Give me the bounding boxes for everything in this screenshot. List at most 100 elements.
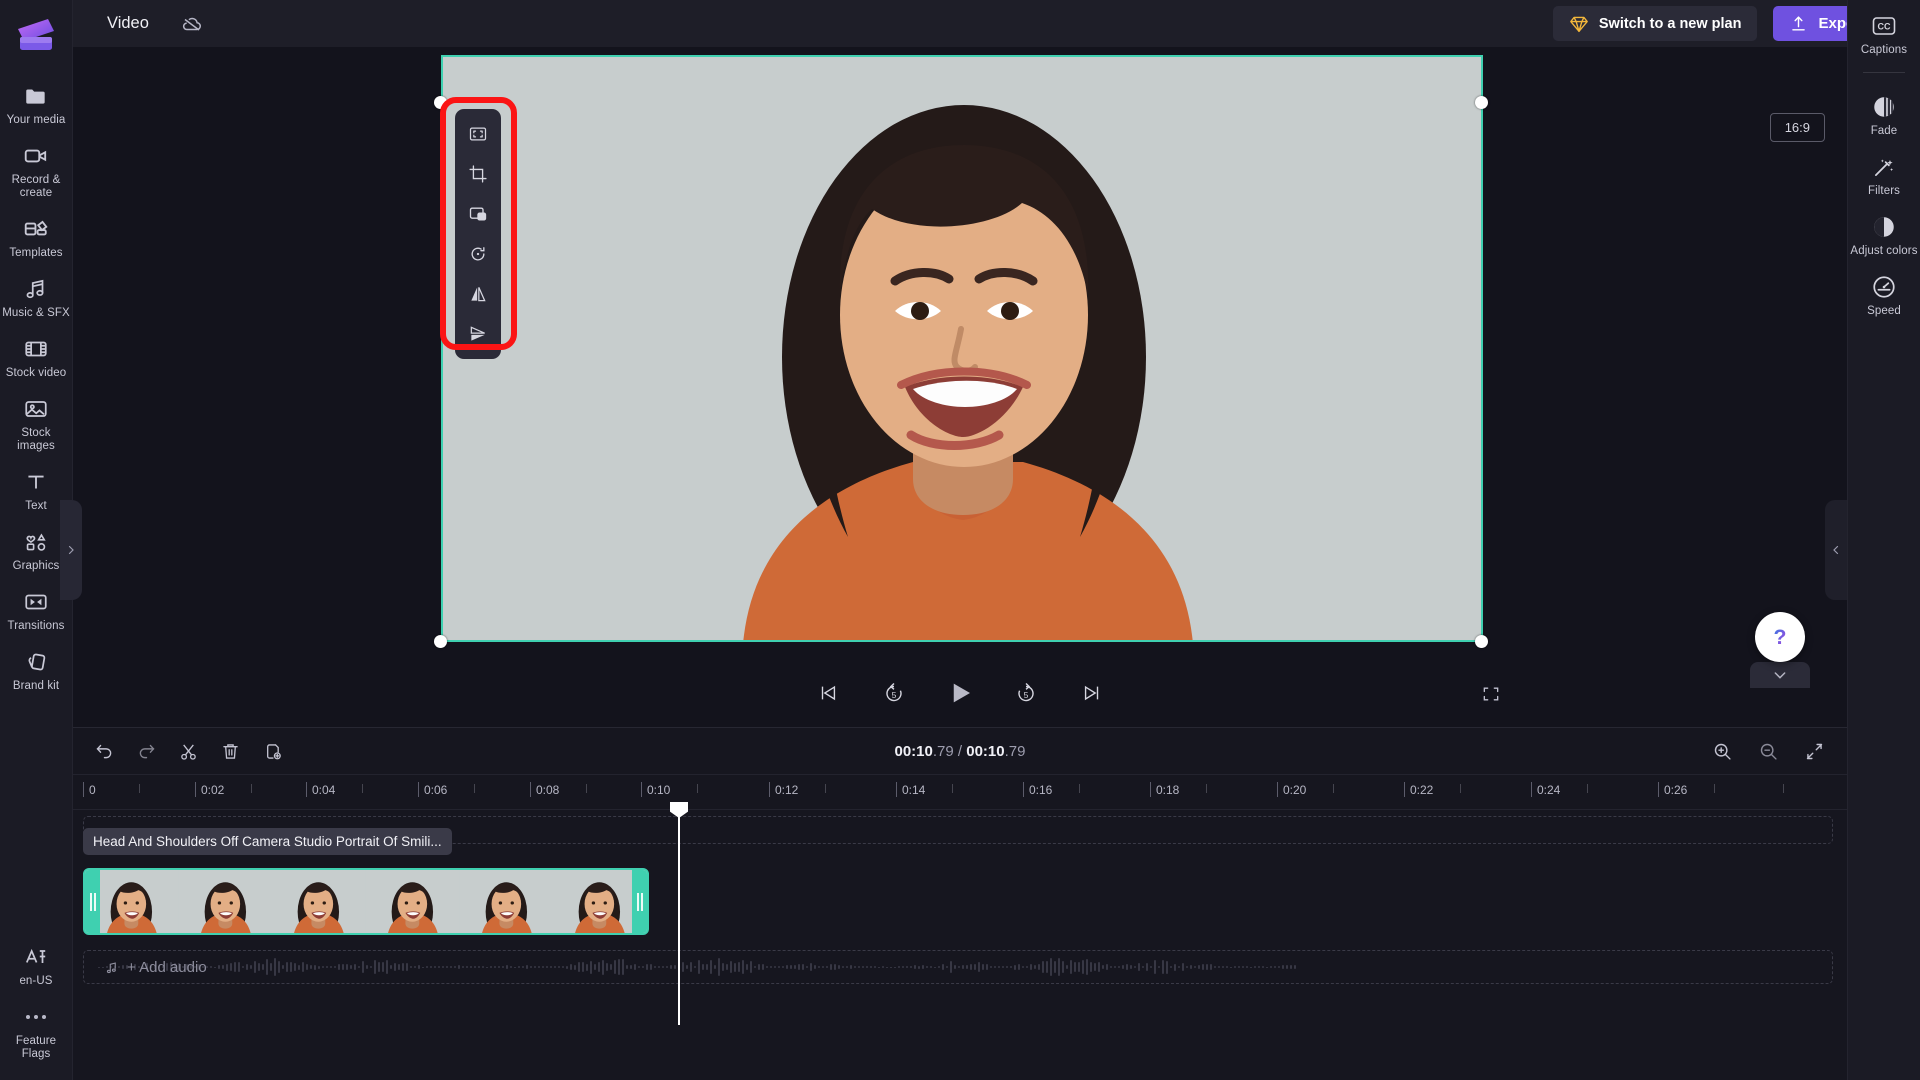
ruler-label: 0:18 — [1156, 783, 1180, 797]
zoom-out-button[interactable] — [1753, 736, 1783, 766]
sidebar-item-label: Graphics — [12, 560, 60, 572]
fit-to-frame-button[interactable] — [461, 119, 495, 149]
video-clip[interactable] — [83, 868, 649, 935]
timeline-ruler[interactable]: 0 0:02 0:04 0:06 0:08 0:10 0:12 0:14 0:1… — [73, 774, 1847, 810]
resize-handle-bottom-left[interactable] — [434, 635, 447, 648]
contrast-icon — [1871, 214, 1897, 240]
skip-to-end-button[interactable] — [1075, 676, 1109, 710]
flip-horizontal-icon — [468, 284, 488, 304]
skip-to-start-button[interactable] — [811, 676, 845, 710]
crop-button[interactable] — [461, 159, 495, 189]
sidebar-item-record-create[interactable]: Record & create — [0, 134, 73, 207]
ruler-label: 0:04 — [312, 783, 336, 797]
flip-vertical-button[interactable] — [461, 319, 495, 349]
picture-in-picture-button[interactable] — [461, 199, 495, 229]
sidebar-item-your-media[interactable]: Your media — [0, 74, 73, 134]
svg-text:?: ? — [1774, 625, 1787, 649]
aspect-ratio-badge[interactable]: 16:9 — [1769, 113, 1825, 142]
clip-thumbnail — [272, 870, 367, 933]
sidebar-item-label: Templates — [9, 247, 63, 259]
play-button[interactable] — [943, 676, 977, 710]
cloud-off-icon[interactable] — [179, 11, 205, 37]
clip-trim-handle-left[interactable] — [85, 870, 100, 933]
resize-handle-top-left[interactable] — [434, 96, 447, 109]
timeline-tools — [73, 735, 289, 767]
redo-button[interactable] — [129, 735, 163, 767]
right-item-speed[interactable]: Speed — [1848, 265, 1920, 325]
delete-button[interactable] — [213, 735, 247, 767]
svg-text:5: 5 — [1024, 690, 1029, 700]
zoom-in-button[interactable] — [1707, 736, 1737, 766]
right-item-label: Adjust colors — [1850, 245, 1918, 257]
total-time: 00:10 — [966, 742, 1005, 760]
right-item-filters[interactable]: Filters — [1848, 145, 1920, 205]
skip-back-icon — [817, 682, 839, 704]
rewind-5-button[interactable]: 5 — [877, 676, 911, 710]
right-panel-collapse-button[interactable] — [1825, 500, 1847, 600]
time-separator: / — [953, 742, 967, 760]
closed-captions-icon: CC — [1871, 13, 1897, 39]
right-item-fade[interactable]: Fade — [1848, 85, 1920, 145]
switch-plan-label: Switch to a new plan — [1598, 15, 1742, 32]
sidebar-item-label: Feature Flags — [15, 1035, 57, 1060]
switch-plan-button[interactable]: Switch to a new plan — [1552, 6, 1758, 41]
sidebar-item-label: en-US — [19, 975, 53, 987]
help-button[interactable]: ? — [1755, 612, 1805, 662]
music-note-icon — [104, 960, 119, 975]
playhead[interactable] — [678, 810, 680, 1025]
clip-thumbnail — [178, 870, 273, 933]
duplicate-button[interactable] — [255, 735, 289, 767]
rotate-button[interactable] — [461, 239, 495, 269]
sidebar-item-music-sfx[interactable]: Music & SFX — [0, 267, 73, 327]
split-button[interactable] — [171, 735, 205, 767]
right-item-captions[interactable]: CC Captions — [1848, 4, 1920, 64]
sidebar-item-templates[interactable]: Templates — [0, 207, 73, 267]
timeline-zoom-controls — [1707, 736, 1847, 766]
right-sidebar: CC Captions Fade Filters Adjust colors S… — [1847, 0, 1920, 1080]
sidebar-item-label: Your media — [6, 114, 66, 126]
transitions-icon — [23, 589, 49, 615]
clipchamp-logo[interactable] — [12, 12, 60, 58]
project-title[interactable]: Video — [107, 14, 149, 33]
fullscreen-button[interactable] — [1475, 678, 1507, 710]
sidebar-item-stock-video[interactable]: Stock video — [0, 327, 73, 387]
timeline-toolbar: 00:10.79 / 00:10.79 — [73, 728, 1847, 774]
graphics-icon — [23, 529, 49, 555]
picture-in-picture-icon — [468, 204, 488, 224]
ruler-label: 0:26 — [1664, 783, 1688, 797]
flip-horizontal-button[interactable] — [461, 279, 495, 309]
sidebar-item-language[interactable]: en-US — [0, 935, 73, 995]
flip-vertical-icon — [468, 324, 488, 344]
ruler-label: 0:14 — [902, 783, 926, 797]
video-preview[interactable] — [441, 55, 1483, 642]
ruler-label: 0:24 — [1537, 783, 1561, 797]
fit-timeline-button[interactable] — [1799, 736, 1829, 766]
sidebar-item-feature-flags[interactable]: Feature Flags — [0, 995, 73, 1068]
collapse-panel-tab[interactable] — [1750, 662, 1810, 688]
total-time-fraction: .79 — [1004, 742, 1026, 760]
undo-button[interactable] — [87, 735, 121, 767]
divider — [1863, 72, 1905, 73]
right-item-label: Speed — [1867, 305, 1901, 317]
left-panel-expand-button[interactable] — [60, 500, 82, 600]
resize-handle-bottom-right[interactable] — [1475, 635, 1488, 648]
fullscreen-icon — [1481, 684, 1501, 704]
resize-handle-top-right[interactable] — [1475, 96, 1488, 109]
video-camera-icon — [23, 143, 49, 169]
sidebar-item-label: Stock video — [5, 367, 67, 379]
sidebar-item-label: Music & SFX — [2, 307, 70, 319]
sidebar-item-stock-images[interactable]: Stock images — [0, 387, 73, 460]
add-audio-track[interactable]: + Add audio — [83, 950, 1833, 984]
time-display: 00:10.79 / 00:10.79 — [73, 743, 1847, 760]
add-audio-label: + Add audio — [127, 958, 207, 976]
sidebar-item-brand-kit[interactable]: Brand kit — [0, 640, 73, 700]
ruler-label: 0:08 — [536, 783, 560, 797]
brand-kit-icon — [23, 649, 49, 675]
right-item-adjust-colors[interactable]: Adjust colors — [1848, 205, 1920, 265]
clip-trim-handle-right[interactable] — [632, 870, 647, 933]
timeline-tracks: Head And Shoulders Off Camera Studio Por… — [73, 810, 1847, 1025]
sidebar-item-label: Text — [25, 500, 47, 512]
more-dots-icon — [23, 1004, 49, 1030]
magic-wand-icon — [1871, 154, 1897, 180]
forward-5-button[interactable]: 5 — [1009, 676, 1043, 710]
